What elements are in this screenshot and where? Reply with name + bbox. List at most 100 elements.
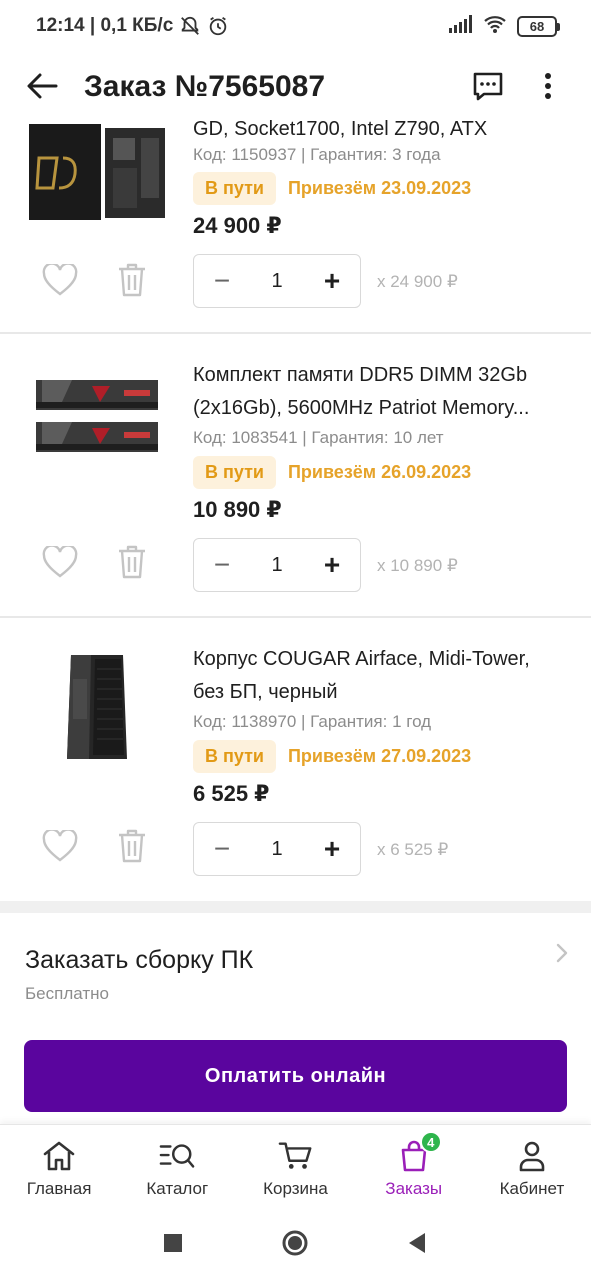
product-code-warranty: Код: 1138970 | Гарантия: 1 год bbox=[193, 712, 432, 731]
square-icon bbox=[163, 1233, 183, 1258]
quantity-stepper: − 1 + bbox=[193, 538, 361, 592]
heart-icon bbox=[42, 543, 78, 583]
product-name[interactable]: Комплект памяти DDR5 DIMM 32Gb (2x16Gb),… bbox=[193, 359, 573, 425]
product-code-warranty: Код: 1150937 | Гарантия: 3 года bbox=[193, 145, 441, 164]
unit-price: x 6 525 ₽ bbox=[377, 840, 449, 859]
favorite-button[interactable] bbox=[40, 827, 80, 868]
item-price: 24 900 ₽ bbox=[193, 213, 282, 238]
product-image-ram[interactable] bbox=[22, 352, 172, 482]
item-price: 10 890 ₽ bbox=[193, 497, 282, 522]
quantity-value: 1 bbox=[271, 837, 283, 860]
order-item: Корпус COUGAR Airface, Midi-Tower, без Б… bbox=[0, 618, 591, 901]
status-badge: В пути bbox=[193, 456, 276, 489]
delivery-date: Привезём 26.09.2023 bbox=[287, 462, 472, 482]
order-item: Комплект памяти DDR5 DIMM 32Gb (2x16Gb),… bbox=[0, 334, 591, 617]
chat-icon bbox=[472, 71, 504, 106]
page-title: Заказ №7565087 bbox=[84, 70, 326, 103]
status-bar-left: 12:14 | 0,1 КБ/с bbox=[36, 15, 229, 37]
unit-price: x 10 890 ₽ bbox=[377, 556, 458, 575]
chevron-right-icon bbox=[550, 941, 574, 965]
status-badge: В пути bbox=[193, 172, 276, 205]
recent-apps-button[interactable] bbox=[158, 1230, 188, 1260]
arrow-left-icon bbox=[26, 72, 58, 105]
battery-indicator: 68 bbox=[517, 16, 560, 37]
more-options-button[interactable] bbox=[530, 68, 566, 108]
notifications-off-icon bbox=[179, 15, 201, 37]
signal-icon bbox=[449, 15, 473, 38]
back-button[interactable] bbox=[22, 68, 62, 108]
product-name[interactable]: Корпус COUGAR Airface, Midi-Tower, без Б… bbox=[193, 643, 573, 709]
trash-icon bbox=[117, 263, 147, 302]
favorite-button[interactable] bbox=[40, 261, 80, 302]
delete-button[interactable] bbox=[112, 544, 152, 584]
user-icon bbox=[514, 1139, 550, 1173]
app-header: Заказ №7565087 bbox=[0, 56, 591, 120]
heart-icon bbox=[42, 827, 78, 867]
favorite-button[interactable] bbox=[40, 543, 80, 584]
orders-bag-icon: 4 bbox=[396, 1131, 442, 1173]
product-name-line-1: Комплект памяти DDR5 DIMM 32Gb bbox=[193, 364, 528, 386]
status-badge: В пути bbox=[193, 740, 276, 773]
quantity-stepper: − 1 + bbox=[193, 822, 361, 876]
trash-icon bbox=[117, 829, 147, 868]
nav-label: Каталог bbox=[146, 1179, 209, 1198]
back-system-button[interactable] bbox=[402, 1230, 432, 1260]
section-separator bbox=[0, 901, 591, 913]
cart-icon bbox=[278, 1139, 314, 1173]
product-name-line-2: без БП, черный bbox=[193, 681, 338, 703]
increase-quantity-button[interactable]: + bbox=[304, 539, 360, 591]
product-name-line-2: (2x16Gb), 5600MHz Patriot Memory... bbox=[193, 397, 530, 419]
delete-button[interactable] bbox=[112, 262, 152, 302]
pay-online-button[interactable]: Оплатить онлайн bbox=[24, 1040, 567, 1112]
nav-item-home[interactable]: Главная bbox=[0, 1125, 118, 1210]
quantity-value: 1 bbox=[271, 553, 283, 576]
nav-item-account[interactable]: Кабинет bbox=[473, 1125, 591, 1210]
decrease-quantity-button[interactable]: − bbox=[194, 823, 250, 875]
item-price: 6 525 ₽ bbox=[193, 781, 270, 806]
order-item: GD, Socket1700, Intel Z790, ATX Код: 115… bbox=[0, 120, 591, 332]
delivery-date: Привезём 23.09.2023 bbox=[287, 178, 472, 198]
delivery-status-row: В пути Привезём 27.09.2023 bbox=[193, 740, 471, 773]
order-items-list[interactable]: GD, Socket1700, Intel Z790, ATX Код: 115… bbox=[0, 120, 591, 1124]
nav-label: Главная bbox=[26, 1179, 92, 1198]
increase-quantity-button[interactable]: + bbox=[304, 255, 360, 307]
product-image-motherboard[interactable] bbox=[22, 120, 172, 238]
nav-item-catalog[interactable]: Каталог bbox=[118, 1125, 236, 1210]
status-bar-right: 68 bbox=[449, 14, 560, 39]
alarm-icon bbox=[207, 15, 229, 37]
nav-item-cart[interactable]: Корзина bbox=[236, 1125, 354, 1210]
delivery-status-row: В пути Привезём 26.09.2023 bbox=[193, 456, 471, 489]
nav-label: Кабинет bbox=[499, 1179, 565, 1198]
decrease-quantity-button[interactable]: − bbox=[194, 255, 250, 307]
decrease-quantity-button[interactable]: − bbox=[194, 539, 250, 591]
quantity-value: 1 bbox=[271, 269, 283, 292]
delivery-status-row: В пути Привезём 23.09.2023 bbox=[193, 172, 471, 205]
status-time-speed: 12:14 | 0,1 КБ/с bbox=[36, 15, 174, 36]
bottom-navigation: Главная Каталог Корзина 4 Заказы Кабинет bbox=[0, 1124, 591, 1210]
status-bar: 12:14 | 0,1 КБ/с 68 bbox=[0, 0, 591, 56]
delete-button[interactable] bbox=[112, 828, 152, 868]
home-icon bbox=[41, 1139, 77, 1173]
nav-label: Заказы bbox=[385, 1179, 443, 1198]
more-vertical-icon bbox=[544, 72, 552, 105]
orders-count-badge: 4 bbox=[419, 1131, 442, 1153]
pc-assembly-subtitle: Бесплатно bbox=[25, 984, 109, 1003]
product-image-case[interactable] bbox=[22, 644, 172, 774]
product-name-line-1: Корпус COUGAR Airface, Midi-Tower, bbox=[193, 648, 530, 670]
unit-price: x 24 900 ₽ bbox=[377, 272, 458, 291]
system-navigation-bar bbox=[0, 1210, 591, 1280]
catalog-search-icon bbox=[159, 1139, 195, 1173]
product-name[interactable]: GD, Socket1700, Intel Z790, ATX bbox=[193, 120, 573, 146]
pc-assembly-row[interactable]: Заказать сборку ПК Бесплатно bbox=[0, 913, 591, 1023]
wifi-icon bbox=[483, 14, 507, 39]
quantity-stepper: − 1 + bbox=[193, 254, 361, 308]
home-system-button[interactable] bbox=[280, 1230, 310, 1260]
trash-icon bbox=[117, 545, 147, 584]
nav-item-orders[interactable]: 4 Заказы bbox=[355, 1125, 473, 1210]
heart-icon bbox=[42, 261, 78, 301]
triangle-back-icon bbox=[407, 1232, 427, 1259]
nav-label: Корзина bbox=[263, 1179, 328, 1198]
increase-quantity-button[interactable]: + bbox=[304, 823, 360, 875]
chat-button[interactable] bbox=[468, 68, 508, 108]
pc-assembly-title: Заказать сборку ПК bbox=[25, 946, 254, 974]
